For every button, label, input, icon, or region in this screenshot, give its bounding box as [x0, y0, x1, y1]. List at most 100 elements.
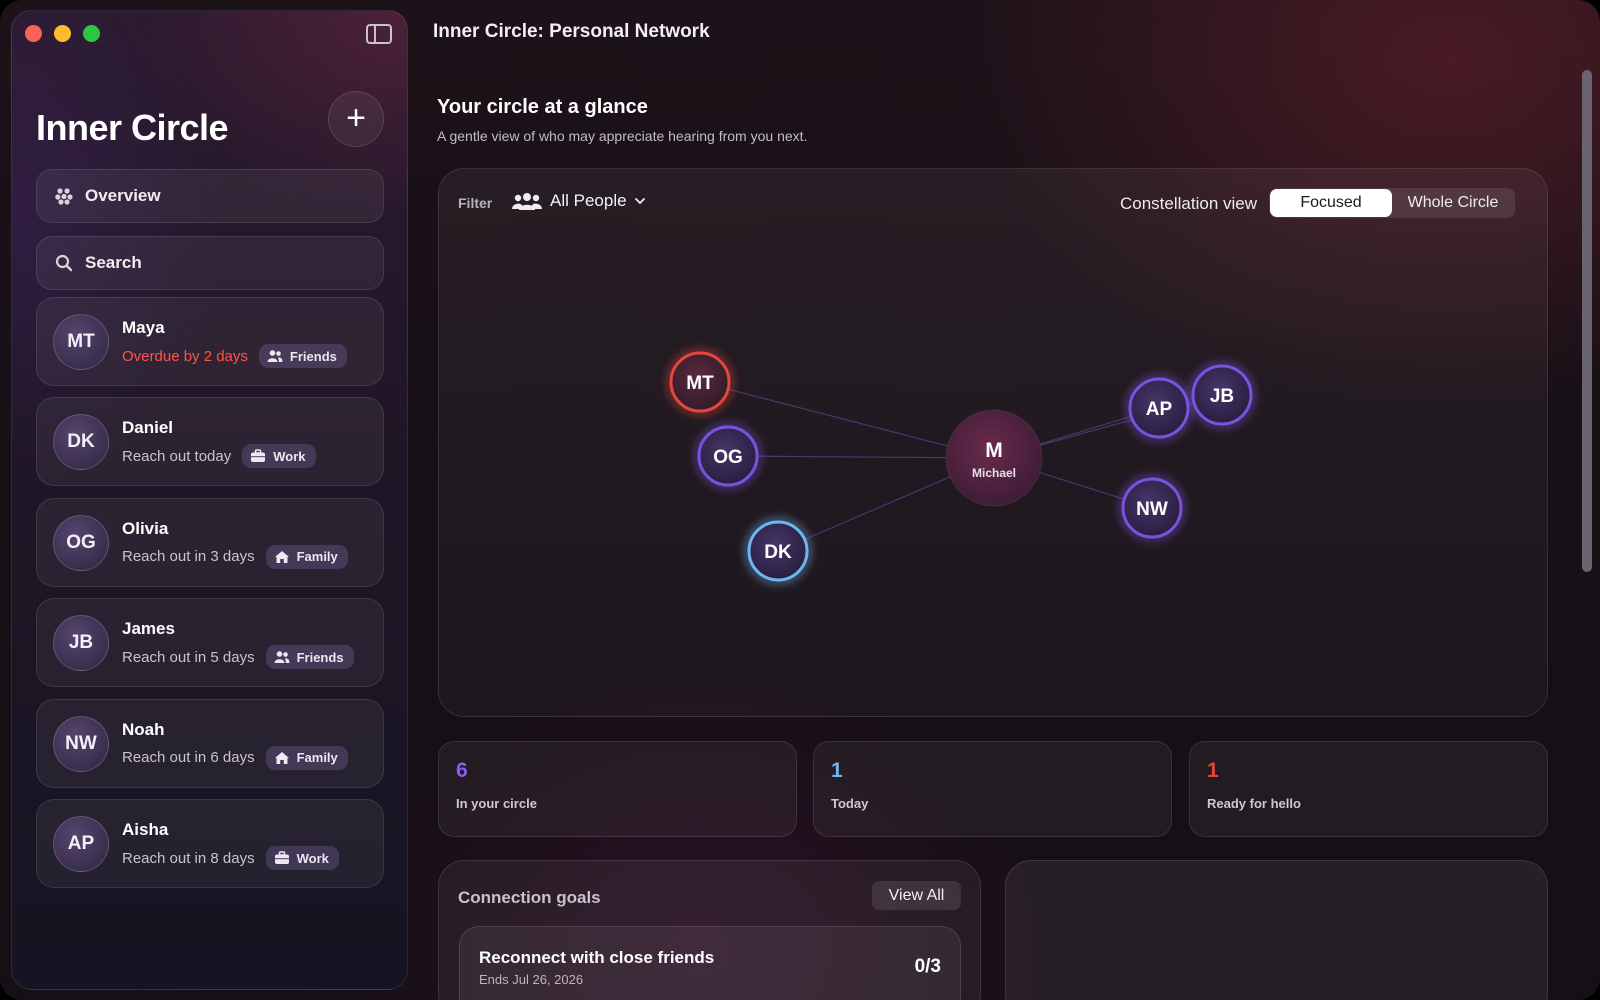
center-node-initial: M	[985, 439, 1003, 462]
goal-progress: 0/3	[914, 956, 941, 977]
constellation-view-toggle: Focused Whole Circle	[1269, 188, 1515, 218]
node-initials: OG	[713, 447, 743, 468]
filter-dropdown[interactable]: All People	[512, 191, 645, 211]
app-window: Inner Circle + Overview Search MT Maya Ove…	[0, 0, 1600, 1000]
contact-meta: Reach out today Work	[122, 444, 316, 469]
contact-card[interactable]: AP Aisha Reach out in 8 days Work	[36, 799, 384, 888]
contact-name: Daniel	[122, 418, 174, 438]
avatar: DK	[53, 414, 109, 471]
stat-label: Ready for hello	[1207, 796, 1301, 811]
section-subtitle: A gentle view of who may appreciate hear…	[437, 128, 808, 144]
stat-card-ready-for-hello: 1 Ready for hello	[1189, 741, 1548, 837]
contact-status: Reach out in 3 days	[122, 548, 255, 566]
goal-card[interactable]: Reconnect with close friends Ends Jul 26…	[459, 926, 961, 1000]
contact-meta: Reach out in 3 days Family	[122, 544, 348, 569]
person-node-jb[interactable]: JB	[1188, 361, 1256, 429]
section-title: Your circle at a glance	[437, 96, 648, 118]
group-tag: Family	[265, 544, 348, 569]
view-all-goals-button[interactable]: View All	[872, 881, 961, 910]
group-tag: Friends	[265, 645, 354, 670]
node-initials: AP	[1146, 399, 1173, 420]
constellation-view-label: Constellation view	[1120, 194, 1258, 213]
center-node-name: Michael	[972, 466, 1016, 480]
briefcase-icon	[274, 851, 290, 865]
stat-value: 1	[1207, 759, 1219, 782]
avatar: AP	[53, 816, 109, 872]
briefcase-icon	[250, 449, 266, 463]
sidebar-toggle-icon[interactable]	[366, 24, 392, 44]
stat-card-in-circle: 6 In your circle	[438, 741, 797, 837]
contact-status: Reach out in 8 days	[122, 849, 255, 867]
group-tag: Friends	[258, 344, 347, 368]
people-icon	[267, 349, 283, 363]
group-tag-label: Family	[296, 549, 338, 565]
group-tag: Work	[265, 846, 339, 870]
contact-meta: Overdue by 2 days Friends	[122, 344, 347, 368]
contact-name: James	[122, 619, 175, 639]
search-icon	[55, 254, 73, 272]
filter-label: Filter	[458, 195, 493, 211]
stat-value: 6	[456, 759, 468, 782]
stat-label: Today	[831, 796, 869, 811]
group-tag-label: Friends	[296, 649, 344, 665]
connection-goals-panel: Connection goals View All Reconnect with…	[438, 860, 981, 1000]
view-option-focused[interactable]: Focused	[1270, 189, 1392, 217]
window-title: Inner Circle: Personal Network	[433, 21, 710, 42]
contact-card[interactable]: JB James Reach out in 5 days Friends	[36, 598, 384, 688]
node-initials: DK	[764, 542, 792, 563]
goal-end-date: Ends Jul 26, 2026	[479, 972, 584, 987]
avatar: MT	[53, 314, 109, 370]
zoom-window-button[interactable]	[83, 25, 100, 42]
house-icon	[274, 751, 290, 765]
chevron-down-icon	[634, 198, 645, 205]
person-node-nw[interactable]: NW	[1118, 474, 1186, 542]
contact-status: Overdue by 2 days	[122, 347, 248, 365]
close-window-button[interactable]	[25, 25, 42, 42]
plus-icon: +	[346, 98, 366, 137]
group-tag: Family	[265, 745, 348, 770]
group-tag-label: Friends	[289, 348, 337, 364]
contact-name: Aisha	[122, 820, 169, 839]
secondary-panel	[1005, 860, 1548, 1000]
scrollbar-thumb[interactable]	[1582, 70, 1592, 572]
nav-overview[interactable]: Overview	[36, 169, 384, 223]
center-node-michael[interactable]: M Michael	[945, 409, 1043, 507]
constellation-graph: MT OG DK AP JB NW M Michael	[666, 348, 1256, 585]
contact-card[interactable]: DK Daniel Reach out today Work	[36, 397, 384, 487]
add-person-button[interactable]: +	[328, 91, 384, 147]
contact-name: Olivia	[122, 518, 169, 538]
view-option-whole-circle[interactable]: Whole Circle	[1392, 189, 1514, 217]
house-icon	[274, 550, 290, 564]
avatar: NW	[53, 715, 109, 772]
contact-status: Reach out in 6 days	[122, 749, 255, 767]
person-node-mt[interactable]: MT	[666, 348, 734, 416]
contact-card[interactable]: OG Olivia Reach out in 3 days Family	[36, 497, 384, 587]
avatar: OG	[53, 514, 109, 571]
stat-label: In your circle	[456, 796, 537, 811]
stat-value: 1	[831, 759, 843, 782]
nav-overview-label: Overview	[85, 186, 161, 205]
people-group-icon	[512, 193, 542, 210]
goal-title: Reconnect with close friends	[479, 948, 715, 967]
contact-card[interactable]: NW Noah Reach out in 6 days Family	[36, 698, 384, 788]
sidebar-title: Inner Circle	[36, 107, 229, 148]
contact-status: Reach out today	[122, 447, 232, 465]
contact-meta: Reach out in 8 days Work	[122, 846, 339, 870]
group-tag-label: Work	[273, 448, 306, 464]
person-node-og[interactable]: OG	[694, 422, 762, 490]
search-label: Search	[85, 253, 142, 272]
constellation-panel: MT OG DK AP JB NW M Michael Filter All People C…	[438, 168, 1548, 717]
person-node-ap[interactable]: AP	[1125, 374, 1193, 442]
sidebar: Inner Circle + Overview Search MT Maya Ove…	[11, 10, 408, 990]
search-field[interactable]: Search	[36, 236, 384, 290]
people-icon	[274, 650, 290, 664]
contact-status: Reach out in 5 days	[122, 648, 255, 666]
contact-name: Noah	[122, 719, 165, 739]
contact-name: Maya	[122, 318, 165, 337]
contact-card[interactable]: MT Maya Overdue by 2 days Friends	[36, 297, 384, 386]
minimize-window-button[interactable]	[54, 25, 71, 42]
group-tag: Work	[242, 444, 316, 469]
node-initials: NW	[1136, 499, 1168, 520]
group-tag-label: Family	[296, 750, 338, 766]
person-node-dk[interactable]: DK	[744, 517, 812, 585]
